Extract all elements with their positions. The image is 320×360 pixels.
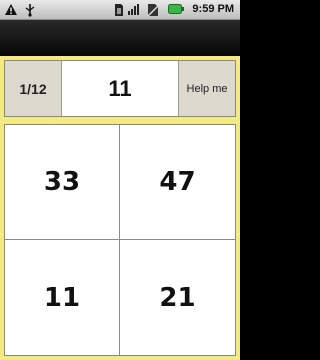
sd-card-icon: [115, 4, 123, 16]
title-bar: [0, 20, 240, 56]
game-area: 1/12 11 Help me 33 47 11 21: [0, 56, 240, 360]
tile-top-right[interactable]: 47: [120, 125, 235, 240]
signal-icon: [128, 4, 139, 15]
target-number: 11: [62, 61, 178, 116]
battery-icon: [168, 4, 184, 14]
usb-icon: [25, 4, 35, 17]
tile-top-left[interactable]: 33: [5, 125, 120, 240]
no-sim-icon: [147, 4, 159, 17]
warning-icon: [5, 4, 17, 15]
tile-bottom-right[interactable]: 21: [120, 240, 235, 355]
clock: 9:59 PM: [192, 3, 234, 15]
status-bar: 9:59 PM: [0, 0, 240, 20]
tile-bottom-left[interactable]: 11: [5, 240, 120, 355]
help-button[interactable]: Help me: [178, 61, 235, 116]
tile-grid: 33 47 11 21: [4, 124, 236, 356]
progress-counter: 1/12: [5, 61, 62, 116]
game-header: 1/12 11 Help me: [4, 60, 236, 117]
